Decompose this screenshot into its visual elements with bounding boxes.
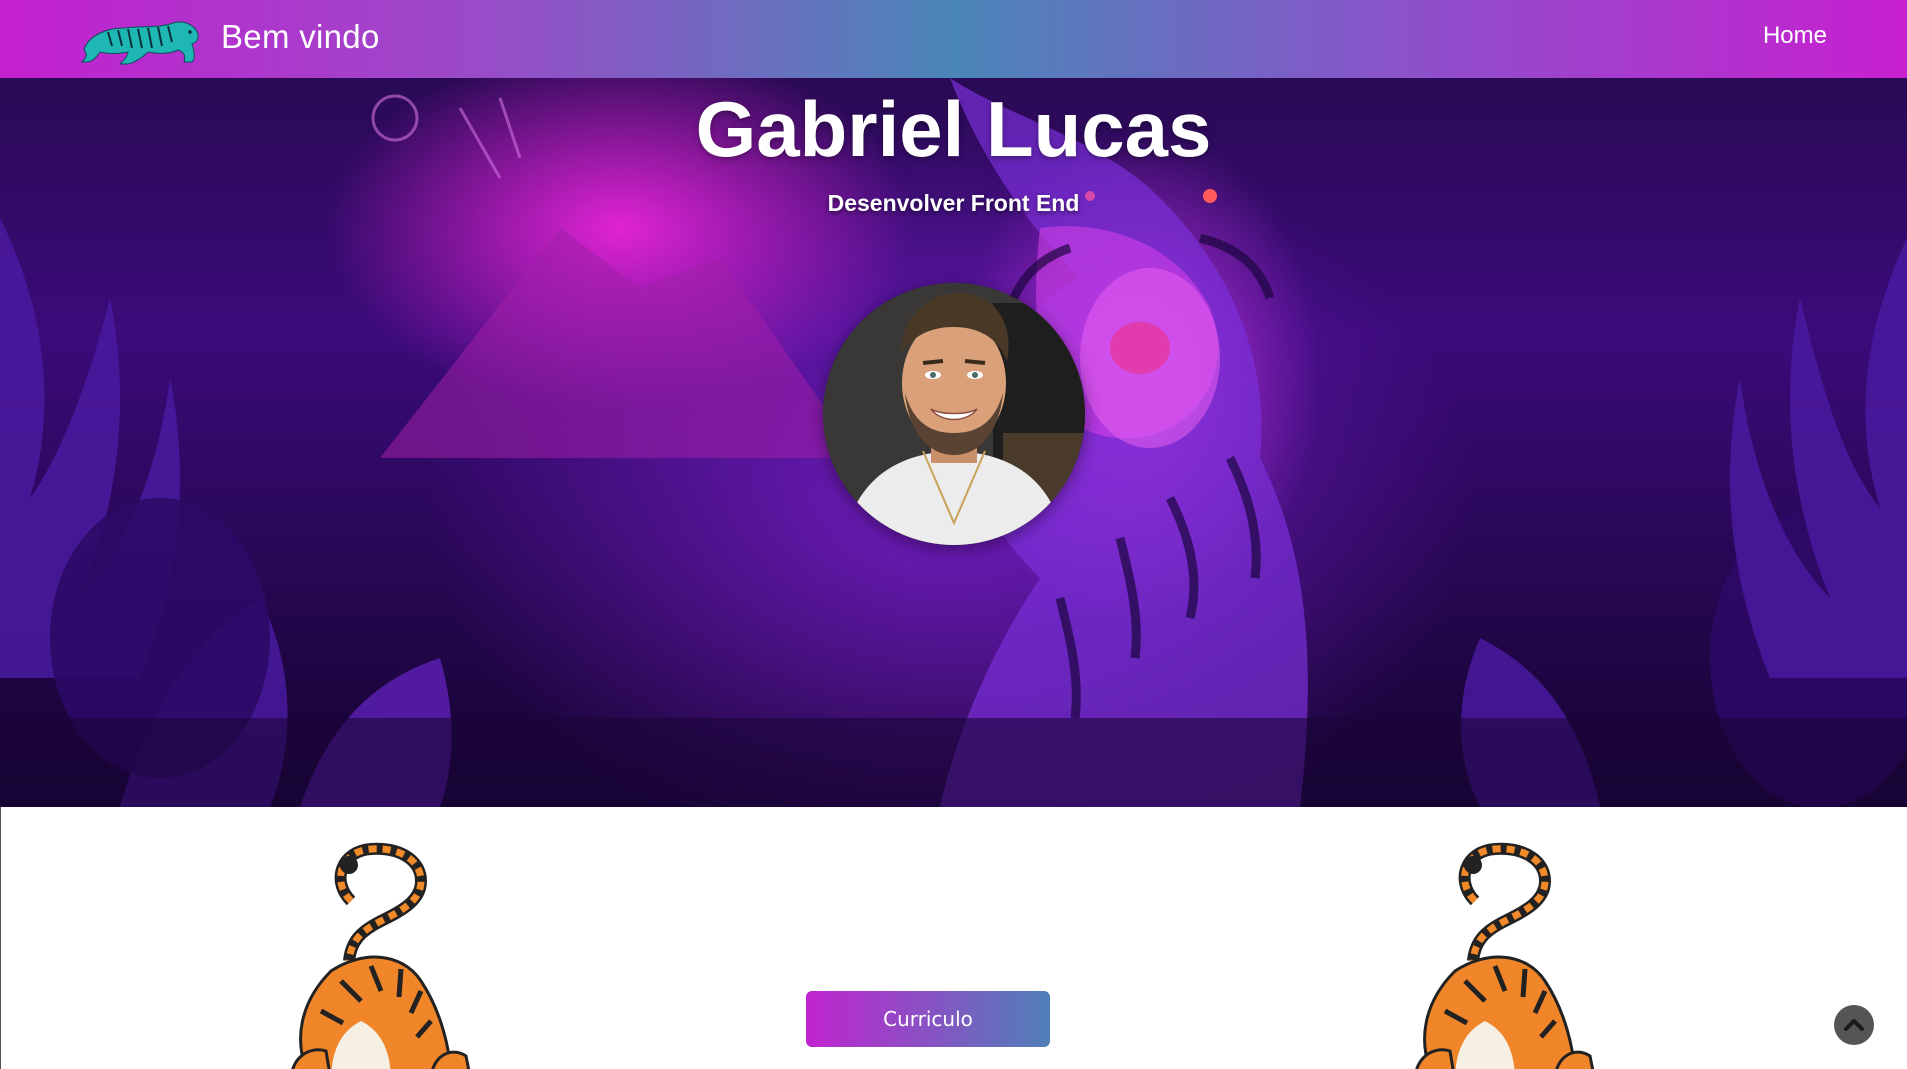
scroll-to-top-button[interactable] xyxy=(1834,1005,1874,1045)
tiger-illustration-right-icon xyxy=(1415,842,1595,1069)
brand-title: Bem vindo xyxy=(221,18,380,55)
avatar xyxy=(823,283,1085,545)
tiger-illustration-left-icon xyxy=(291,842,471,1069)
hero-section: Gabriel Lucas Desenvolver Front End xyxy=(0,78,1907,807)
content-section: Curriculo xyxy=(0,807,1907,1069)
page: Bem vindo Home Gabriel Lucas Desenvolver… xyxy=(0,0,1907,1069)
navbar: Bem vindo Home xyxy=(0,0,1907,78)
tiger-logo-icon[interactable] xyxy=(78,10,204,68)
profile-photo xyxy=(823,283,1085,545)
chevron-up-icon xyxy=(1844,1019,1864,1031)
hero-subtitle: Desenvolver Front End xyxy=(827,190,1080,216)
curriculo-button[interactable]: Curriculo xyxy=(806,991,1050,1047)
hero-title: Gabriel Lucas xyxy=(695,85,1212,173)
nav-link-home[interactable]: Home xyxy=(1763,22,1827,50)
